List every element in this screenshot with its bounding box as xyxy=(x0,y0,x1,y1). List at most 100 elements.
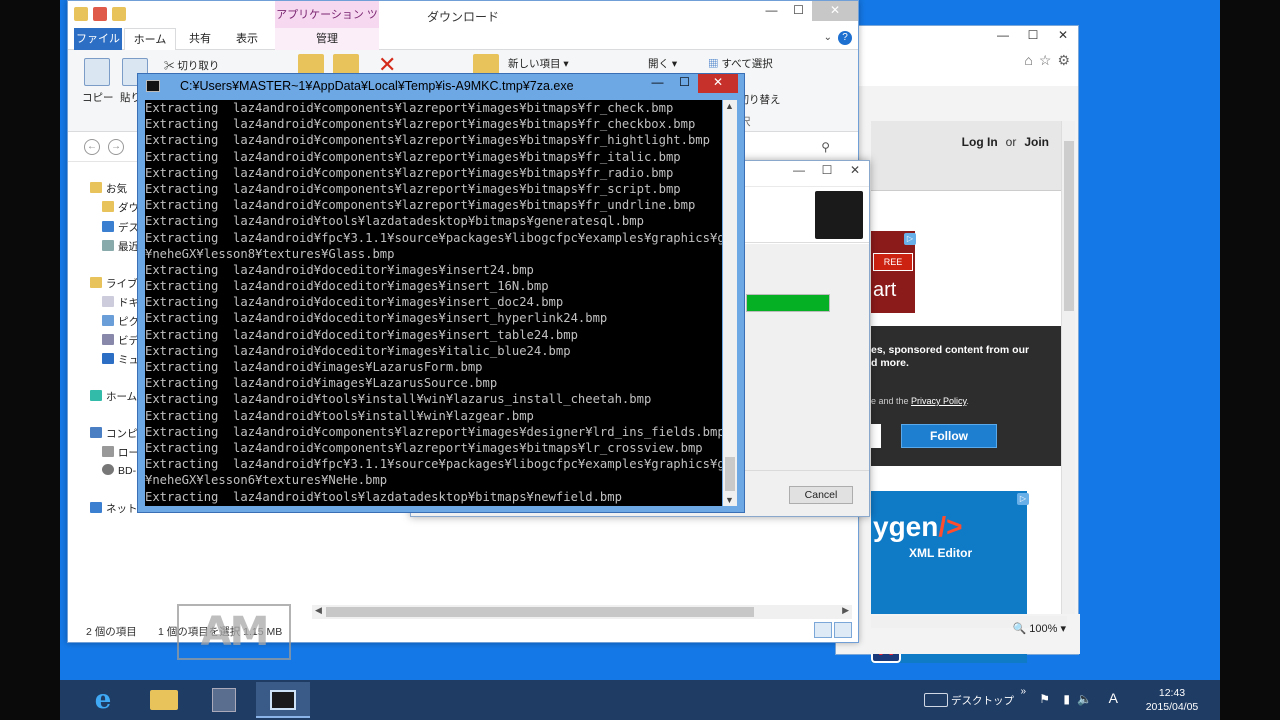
help-icon[interactable]: ? xyxy=(838,31,852,45)
ad-tag: REE xyxy=(873,253,913,271)
ad-info-icon[interactable]: ▷ xyxy=(904,233,916,245)
console-line: Extracting laz4android¥components¥lazrep… xyxy=(145,181,681,196)
page-scrollbar[interactable] xyxy=(1061,121,1075,641)
console-line: Extracting laz4android¥fpc¥3.1.1¥source¥… xyxy=(145,230,722,245)
setup-taskbar-icon[interactable] xyxy=(200,682,246,718)
system-tray: デスクトップ » ⚑ ▮ 🔈 A 12:43 2015/04/05 xyxy=(890,680,1210,720)
tab-home[interactable]: ホーム xyxy=(124,28,176,50)
follow-button[interactable]: Follow xyxy=(901,424,997,448)
details-view-icon[interactable] xyxy=(814,622,832,638)
nav-item-bd-drive[interactable]: BD- xyxy=(102,464,136,477)
ad2-subtitle: XML Editor xyxy=(909,546,973,560)
flag-icon[interactable]: ⚑ xyxy=(1039,692,1050,706)
nav-item-music[interactable]: ミュ xyxy=(102,352,139,367)
nav-item-homegroup[interactable]: ホーム xyxy=(90,389,137,404)
or-text: or xyxy=(1005,135,1017,149)
maximize-icon[interactable]: ☐ xyxy=(1018,26,1048,46)
tab-view[interactable]: 表示 xyxy=(224,28,270,50)
network-icon[interactable]: ▮ xyxy=(1063,692,1070,706)
scissors-icon: ✂ xyxy=(164,60,175,72)
tab-file[interactable]: ファイル xyxy=(74,28,122,50)
console-line: Extracting laz4android¥components¥lazrep… xyxy=(145,101,674,115)
close-icon[interactable]: ✕ xyxy=(698,74,738,93)
favorites-star-icon[interactable]: ☆ xyxy=(1039,52,1052,69)
close-icon[interactable]: ✕ xyxy=(812,1,858,21)
minimize-icon[interactable]: — xyxy=(785,161,813,181)
desktop-toolbar-label[interactable]: デスクトップ xyxy=(951,693,1014,708)
tab-manage[interactable]: 管理 xyxy=(275,28,379,50)
console-line: Extracting laz4android¥components¥lazrep… xyxy=(145,440,703,455)
gear-icon[interactable]: ⚙ xyxy=(1057,52,1070,69)
nav-item-downloads[interactable]: ダウ xyxy=(102,200,139,215)
follow-panel: es, sponsored content from our d more. e… xyxy=(871,326,1063,466)
window-title: ダウンロード xyxy=(426,10,499,24)
search-icon[interactable]: ⚲ xyxy=(821,140,830,154)
file-list-scrollbar[interactable]: ◀ ▶ xyxy=(312,605,852,619)
nav-item-local-disk[interactable]: ロー xyxy=(102,445,139,460)
nav-item-pictures[interactable]: ピク xyxy=(102,314,139,329)
minimize-icon[interactable]: — xyxy=(988,26,1018,46)
cut-button[interactable]: ✂ 切り取り xyxy=(164,58,219,73)
select-all-button[interactable]: ▦ すべて選択 xyxy=(708,56,773,71)
copy-button[interactable]: コピー xyxy=(82,90,114,105)
forward-icon[interactable]: → xyxy=(108,139,124,155)
volume-icon[interactable]: 🔈 xyxy=(1077,692,1092,706)
maximize-icon[interactable]: ☐ xyxy=(813,161,841,181)
install-progress-bar xyxy=(746,294,830,312)
nav-item-libraries[interactable]: ライブ xyxy=(90,276,138,291)
email-field[interactable] xyxy=(871,424,881,448)
ad2-brand: ygen/> xyxy=(873,511,963,542)
select-all-icon: ▦ xyxy=(708,58,719,70)
left-letterbox xyxy=(0,0,60,720)
cancel-button[interactable]: Cancel xyxy=(789,486,853,504)
console-line: Extracting laz4android¥doceditor¥images¥… xyxy=(145,262,534,277)
console-line: ¥neheGX¥lesson8¥textures¥Glass.bmp xyxy=(145,246,395,261)
copy-icon[interactable] xyxy=(84,58,110,86)
nav-item-documents[interactable]: ドキ xyxy=(102,295,139,310)
scroll-down-icon: ▼ xyxy=(725,495,734,505)
maximize-icon[interactable]: ☐ xyxy=(671,74,698,93)
keyboard-icon[interactable] xyxy=(924,693,948,707)
console-scrollbar[interactable]: ▲ ▼ xyxy=(723,100,737,506)
console-line: Extracting laz4android¥components¥lazrep… xyxy=(145,198,696,213)
ad-info-icon-2[interactable]: ▷ xyxy=(1017,493,1029,505)
tab-share[interactable]: 共有 xyxy=(180,28,220,50)
chevron-down-icon[interactable]: ⌄ xyxy=(824,32,832,43)
ime-indicator[interactable]: A xyxy=(1109,690,1118,706)
nav-item-favorites[interactable]: お気 xyxy=(90,181,127,196)
console-taskbar-icon[interactable] xyxy=(256,682,310,718)
console-line: Extracting laz4android¥components¥lazrep… xyxy=(145,424,722,439)
console-output[interactable]: Extracting laz4android¥components¥lazrep… xyxy=(145,100,722,506)
privacy-link[interactable]: Privacy Policy xyxy=(911,396,966,406)
maximize-icon[interactable]: ☐ xyxy=(785,1,812,21)
login-link[interactable]: Log In xyxy=(962,135,998,149)
large-icons-view-icon[interactable] xyxy=(834,622,852,638)
nav-item-network[interactable]: ネット xyxy=(90,501,138,516)
console-icon xyxy=(146,80,160,92)
open-button[interactable]: 開く ▾ xyxy=(648,56,677,71)
browser-window: — ☐ ✕ ⌂ ☆ ⚙ Log In or Join REE art ▷ es, s… xyxy=(835,25,1080,663)
console-line: Extracting laz4android¥images¥LazarusFor… xyxy=(145,360,483,374)
clock[interactable]: 12:43 2015/04/05 xyxy=(1142,686,1202,714)
item-count: 2 個の項目 xyxy=(86,626,137,638)
ribbon-tabs: ファイル ホーム 共有 表示 管理 ⌄ ? xyxy=(68,28,858,50)
minimize-icon[interactable]: — xyxy=(644,74,671,93)
back-icon[interactable]: ← xyxy=(84,139,100,155)
internet-explorer-icon[interactable]: e xyxy=(80,682,126,718)
join-link[interactable]: Join xyxy=(1024,135,1049,149)
nav-item-recent[interactable]: 最近 xyxy=(102,239,139,254)
console-line: ¥neheGX¥lesson6¥textures¥NeHe.bmp xyxy=(145,473,388,488)
console-line: Extracting laz4android¥doceditor¥images¥… xyxy=(145,295,564,310)
close-icon[interactable]: ✕ xyxy=(841,161,869,181)
nav-item-computer[interactable]: コンピ xyxy=(90,426,138,441)
close-icon[interactable]: ✕ xyxy=(1048,26,1078,46)
home-icon[interactable]: ⌂ xyxy=(1024,52,1032,69)
console-line: Extracting laz4android¥images¥LazarusSou… xyxy=(145,376,498,391)
file-explorer-taskbar-icon[interactable] xyxy=(140,682,186,718)
chevron-up-icon[interactable]: » xyxy=(1020,686,1026,697)
nav-item-videos[interactable]: ビデ xyxy=(102,333,139,348)
zoom-level[interactable]: 🔍 100% ▾ xyxy=(1013,622,1066,635)
nav-item-desktop[interactable]: デス xyxy=(102,220,139,235)
minimize-icon[interactable]: — xyxy=(758,1,785,21)
new-item-button[interactable]: 新しい項目 ▾ xyxy=(508,56,569,71)
